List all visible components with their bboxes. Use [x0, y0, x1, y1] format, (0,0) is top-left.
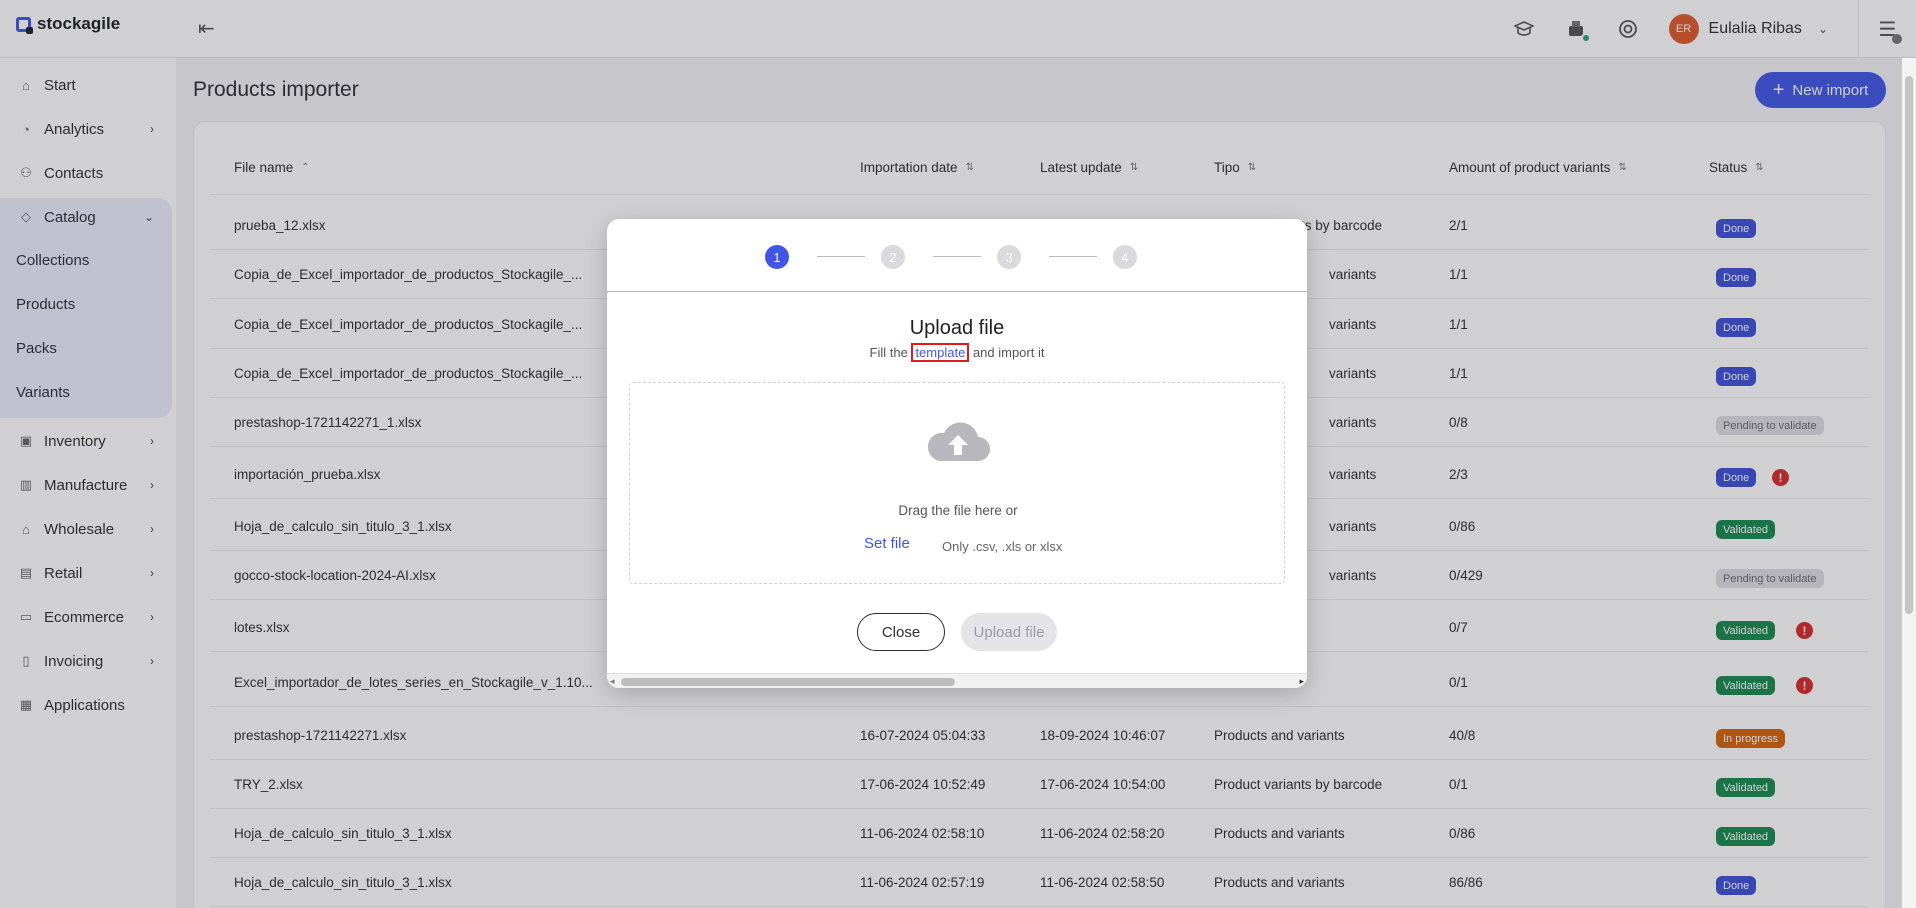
- modal-title: Upload file: [909, 317, 1005, 339]
- scrollbar-thumb[interactable]: [1905, 76, 1913, 614]
- upload-cloud-icon: [927, 422, 990, 461]
- step-3: 3: [997, 245, 1021, 269]
- step-1: 1: [765, 245, 789, 269]
- upload-file-button[interactable]: Upload file: [961, 613, 1057, 651]
- scroll-right-icon[interactable]: ▸: [1299, 676, 1304, 687]
- step-2: 2: [881, 245, 905, 269]
- template-link[interactable]: template: [911, 343, 970, 362]
- page-vertical-scrollbar[interactable]: [1902, 58, 1916, 908]
- set-file-link[interactable]: Set file: [864, 535, 910, 552]
- modal-subtitle: Fill the template and import it: [869, 343, 1045, 362]
- scrollbar-thumb[interactable]: [621, 678, 955, 686]
- close-button[interactable]: Close: [857, 613, 945, 651]
- scroll-left-icon[interactable]: ◂: [610, 676, 615, 687]
- step-4: 4: [1113, 245, 1137, 269]
- drag-text: Drag the file here or: [898, 503, 1018, 518]
- modal-horizontal-scrollbar[interactable]: ◂ ▸: [607, 673, 1307, 688]
- upload-file-modal: 1 2 3 4 Upload file Fill the template an…: [607, 219, 1307, 688]
- allowed-formats-text: Only .csv, .xls or xlsx: [942, 539, 1063, 554]
- file-dropzone[interactable]: Drag the file here or Set file Only .csv…: [629, 382, 1285, 584]
